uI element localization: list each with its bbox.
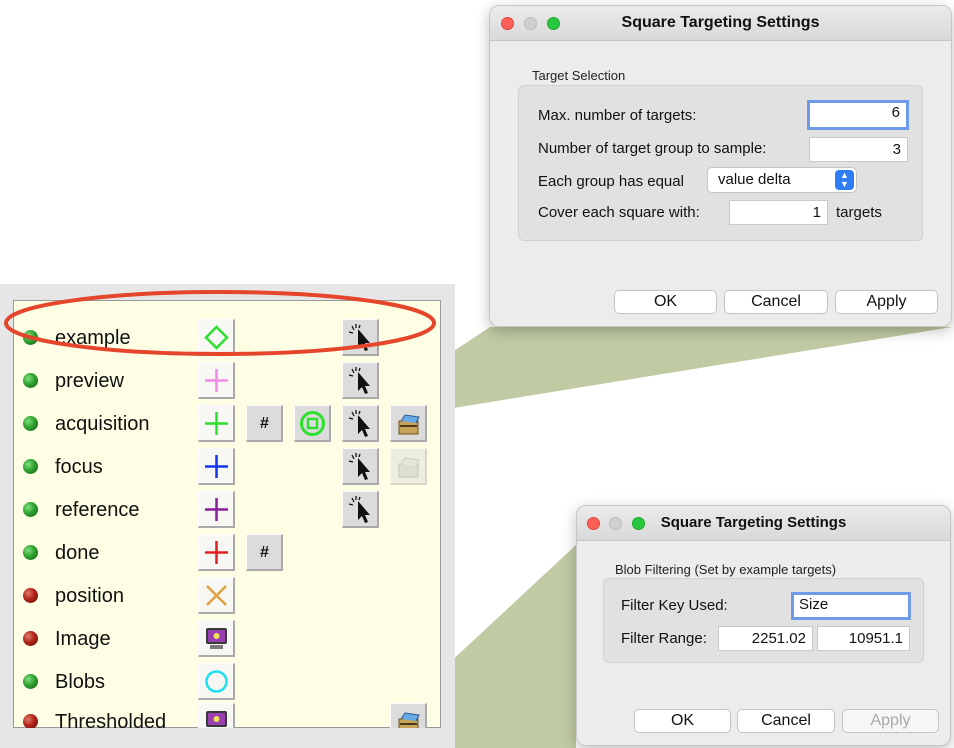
row-label: preview <box>55 370 124 392</box>
green-target-circle-icon <box>300 411 325 436</box>
target-shape-button[interactable] <box>198 534 235 571</box>
status-dot-green-icon <box>23 459 38 474</box>
target-selection-group: Max. number of targets: 6 Number of targ… <box>518 85 923 241</box>
numbering-button[interactable]: # <box>246 405 283 442</box>
hash-icon: # <box>260 415 269 432</box>
row-label: done <box>55 542 100 564</box>
row-label: Image <box>55 628 111 650</box>
group-count-field[interactable]: 3 <box>809 137 908 162</box>
pointer-tool-button[interactable] <box>342 491 379 528</box>
blob-filtering-dialog: Square Targeting Settings Blob Filtering… <box>576 505 951 746</box>
click-pointer-icon <box>348 496 370 523</box>
group-count-label: Number of target group to sample: <box>538 140 767 157</box>
cover-field[interactable]: 1 <box>729 200 828 225</box>
group-label: Blob Filtering (Set by example targets) <box>615 562 837 577</box>
target-shape-button[interactable] <box>198 491 235 528</box>
filter-range-max-field[interactable]: 10951.1 <box>817 626 910 651</box>
pointer-tool-button[interactable] <box>342 362 379 399</box>
dialog-titlebar: Square Targeting Settings <box>490 6 951 41</box>
target-list: example preview acquisition # focus refe… <box>13 300 441 733</box>
dialog-title: Square Targeting Settings <box>621 14 820 31</box>
filter-range-label: Filter Range: <box>621 630 707 647</box>
pointer-tool-button[interactable] <box>342 448 379 485</box>
ok-button[interactable]: OK <box>634 709 731 733</box>
target-shape-button[interactable] <box>198 362 235 399</box>
cancel-button[interactable]: Cancel <box>724 290 828 314</box>
target-shape-button[interactable] <box>198 577 235 614</box>
each-group-label: Each group has equal <box>538 173 684 190</box>
panel-footer <box>13 728 441 748</box>
target-row-preview: preview <box>14 360 440 403</box>
row-label: focus <box>55 456 103 478</box>
apply-button[interactable]: Apply <box>835 290 938 314</box>
target-shape-button[interactable] <box>198 448 235 485</box>
image-view-button[interactable] <box>198 620 235 657</box>
target-row-focus: focus <box>14 446 440 489</box>
dialog-titlebar: Square Targeting Settings <box>577 506 950 541</box>
hash-icon: # <box>260 544 269 561</box>
red-plus-icon <box>205 541 228 564</box>
settings-button[interactable] <box>390 405 427 442</box>
pink-plus-icon <box>205 369 228 392</box>
target-shape-button[interactable] <box>198 663 235 700</box>
each-group-select-value: value delta <box>718 171 791 188</box>
status-dot-red-icon <box>23 631 38 646</box>
target-circle-button[interactable] <box>294 405 331 442</box>
cyan-circle-icon <box>205 670 228 693</box>
status-dot-green-icon <box>23 674 38 689</box>
click-pointer-icon <box>348 410 370 437</box>
filter-key-field[interactable]: Size <box>791 592 911 620</box>
callout-wedge-top <box>392 327 952 418</box>
settings-button-disabled <box>390 448 427 485</box>
purple-plus-icon <box>205 498 228 521</box>
cover-unit-label: targets <box>836 204 882 221</box>
status-dot-red-icon <box>23 714 38 729</box>
row-label: position <box>55 585 124 607</box>
orange-x-icon <box>206 585 227 606</box>
status-dot-green-icon <box>23 545 38 560</box>
status-dot-green-icon <box>23 373 38 388</box>
settings-toolbox-icon <box>398 457 420 478</box>
monitor-icon <box>206 628 227 649</box>
dialog-title: Square Targeting Settings <box>660 514 847 531</box>
green-plus-icon <box>205 412 228 435</box>
target-row-reference: reference <box>14 489 440 532</box>
max-targets-label: Max. number of targets: <box>538 107 697 124</box>
ok-button[interactable]: OK <box>614 290 717 314</box>
target-row-acquisition: acquisition # <box>14 403 440 446</box>
each-group-select[interactable]: value delta ▲ ▼ <box>707 167 857 193</box>
target-row-image: Image <box>14 618 440 661</box>
status-dot-green-icon <box>23 416 38 431</box>
target-row-position: position <box>14 575 440 618</box>
row-label: acquisition <box>55 413 150 435</box>
blue-plus-icon <box>205 455 228 478</box>
status-dot-red-icon <box>23 588 38 603</box>
status-dot-green-icon <box>23 502 38 517</box>
settings-toolbox-icon <box>398 414 420 435</box>
group-label: Target Selection <box>532 68 626 83</box>
target-selection-dialog: Square Targeting Settings Target Selecti… <box>489 5 952 327</box>
target-row-blobs: Blobs <box>14 661 440 704</box>
cancel-button[interactable]: Cancel <box>737 709 835 733</box>
click-pointer-icon <box>348 367 370 394</box>
row-label: Blobs <box>55 671 106 693</box>
max-targets-field[interactable]: 6 <box>807 100 909 130</box>
numbering-button[interactable]: # <box>246 534 283 571</box>
filter-key-label: Filter Key Used: <box>621 597 728 614</box>
apply-button: Apply <box>842 709 939 733</box>
select-arrows-icon: ▲ ▼ <box>835 170 854 190</box>
row-label: reference <box>55 499 140 521</box>
cover-label: Cover each square with: <box>538 204 700 221</box>
blob-filtering-group: Filter Key Used: Size Filter Range: 2251… <box>603 578 924 663</box>
click-pointer-icon <box>348 453 370 480</box>
target-row-done: done # <box>14 532 440 575</box>
pointer-tool-button[interactable] <box>342 405 379 442</box>
target-shape-button[interactable] <box>198 405 235 442</box>
filter-range-min-field[interactable]: 2251.02 <box>718 626 813 651</box>
highlight-ellipse <box>4 290 436 356</box>
